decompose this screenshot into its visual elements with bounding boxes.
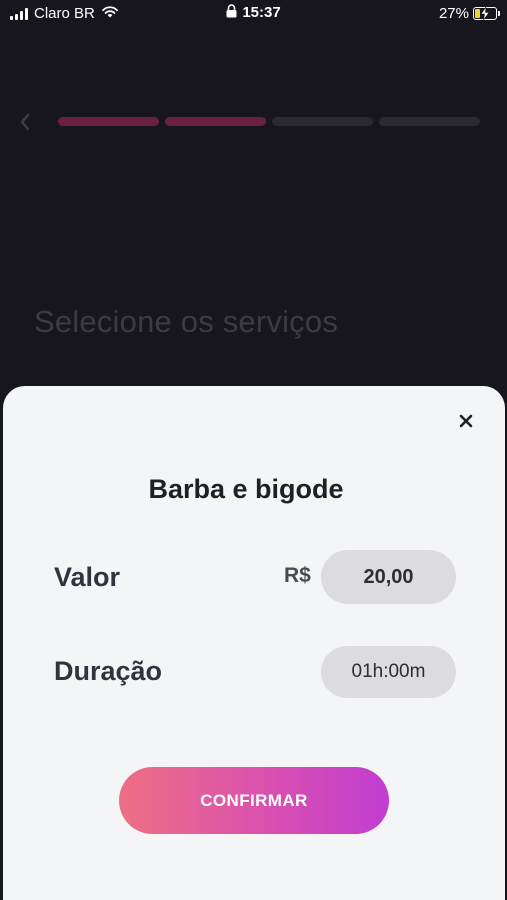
progress-step-4: [379, 117, 480, 126]
duration-field[interactable]: 01h:00m: [321, 646, 456, 698]
duration-label: Duração: [54, 656, 163, 686]
price-field[interactable]: 20,00: [321, 550, 456, 604]
lock-icon: [226, 4, 237, 22]
battery-percent: 27%: [438, 5, 469, 22]
price-label: Valor: [54, 562, 121, 592]
currency-symbol: R$: [284, 564, 311, 587]
clock-time: 15:37: [242, 4, 281, 21]
battery-nub: [498, 11, 500, 16]
progress-step-2: [165, 117, 266, 126]
step-progress-bar: [58, 117, 480, 126]
battery-charging-icon: [473, 5, 500, 21]
confirm-button[interactable]: CONFIRMAR: [119, 767, 389, 834]
charging-bolt-icon: [480, 5, 490, 24]
progress-step-3: [272, 117, 373, 126]
close-icon: [459, 414, 473, 428]
back-chevron-icon[interactable]: [18, 112, 32, 137]
status-bar: Claro BR 15:37 27%: [0, 0, 507, 28]
price-value: 20,00: [363, 565, 414, 588]
service-title: Barba e bigode: [148, 474, 344, 504]
page-heading: Selecione os serviços: [34, 304, 339, 339]
progress-step-1: [58, 117, 159, 126]
close-button[interactable]: [457, 412, 475, 430]
duration-value: 01h:00m: [351, 661, 426, 682]
status-center: 15:37: [0, 4, 507, 22]
service-bottom-sheet: Barba e bigode Valor R$ 20,00 Duração 01…: [3, 386, 505, 900]
status-right: 27%: [438, 5, 500, 22]
